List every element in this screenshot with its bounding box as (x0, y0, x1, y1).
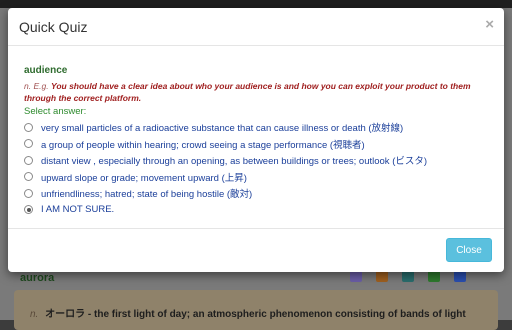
quiz-word: audience (24, 65, 68, 76)
select-answer-label: Select answer: (24, 106, 87, 117)
radio-button[interactable] (24, 172, 33, 182)
answer-option[interactable]: upward slope or grade; movement upward (… (24, 169, 494, 186)
radio-button[interactable] (24, 155, 33, 165)
modal-header: Quick Quiz × (8, 8, 504, 46)
example-label: E.g. (33, 81, 49, 91)
radio-button[interactable] (24, 122, 33, 132)
close-button[interactable]: Close (446, 238, 492, 262)
radio-button[interactable] (24, 205, 33, 215)
background-word: aurora (20, 272, 55, 284)
answer-label: distant view , especially through an ope… (41, 156, 428, 168)
answer-label: I AM NOT SURE. (41, 204, 115, 216)
background-definition: the first light of day; an atmospheric p… (94, 309, 466, 320)
close-icon[interactable]: × (485, 16, 494, 33)
answer-option[interactable]: very small particles of a radioactive su… (24, 119, 494, 136)
answer-label: upward slope or grade; movement upward (… (41, 172, 247, 184)
top-bar (0, 0, 512, 8)
answer-option[interactable]: a group of people within hearing; crowd … (24, 136, 494, 153)
answer-label: a group of people within hearing; crowd … (41, 139, 365, 151)
background-pos: n. (30, 309, 39, 320)
modal-body: audience n. E.g. You should have a clear… (24, 65, 494, 218)
answer-label: very small particles of a radioactive su… (41, 123, 404, 135)
part-of-speech: n. (24, 81, 32, 91)
answer-option[interactable]: distant view , especially through an ope… (24, 152, 494, 169)
example-text: You should have a clear idea about who y… (24, 81, 471, 103)
answer-option[interactable]: unfriendliness; hatred; state of being h… (24, 185, 494, 202)
answer-options: very small particles of a radioactive su… (24, 119, 494, 218)
answer-option[interactable]: I AM NOT SURE. (24, 202, 494, 219)
background-definition-text: n. オーロラ - the first light of day; an atm… (30, 305, 466, 320)
background-definition-card: n. オーロラ - the first light of day; an atm… (14, 290, 498, 330)
quiz-modal: Quick Quiz × audience n. E.g. You should… (8, 8, 504, 272)
radio-button[interactable] (24, 139, 33, 149)
modal-footer: Close (8, 228, 504, 273)
answer-label: unfriendliness; hatred; state of being h… (41, 189, 253, 201)
radio-button[interactable] (24, 188, 33, 198)
background-term: オーロラ - (45, 309, 92, 320)
modal-title: Quick Quiz (19, 19, 88, 35)
example-sentence: n. E.g. You should have a clear idea abo… (24, 80, 489, 104)
